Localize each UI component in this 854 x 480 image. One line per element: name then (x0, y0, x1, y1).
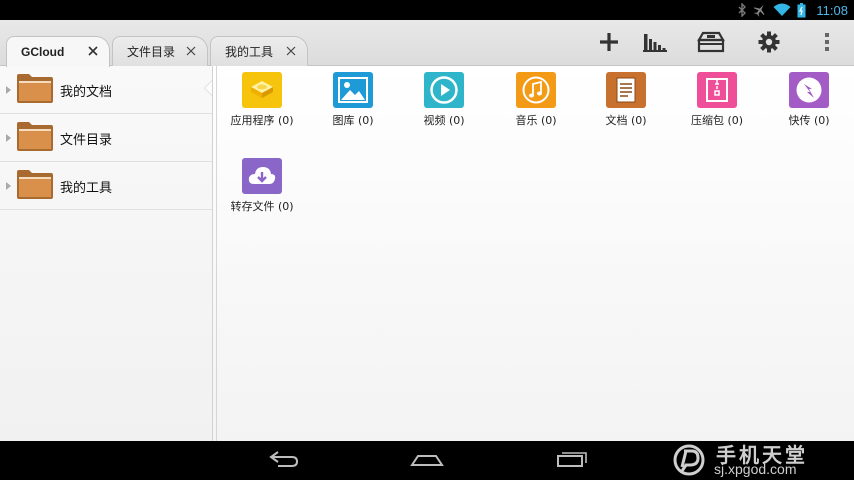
add-icon (599, 32, 619, 56)
gallery-icon (333, 72, 373, 108)
main-content: 我的文档 文件目录 我的工具 应用程序 (0) 图库 (0) 视频 (0) 音乐… (0, 66, 854, 441)
toolbox-icon (697, 31, 725, 57)
music-icon (516, 72, 556, 108)
overflow-menu-icon (824, 32, 830, 56)
video-icon (424, 72, 464, 108)
watermark-url: sj.xpgod.com (714, 461, 797, 477)
close-icon[interactable] (185, 45, 197, 57)
back-icon (268, 451, 300, 471)
status-bar: 11:08 (0, 0, 854, 20)
close-icon[interactable] (285, 45, 297, 57)
sidebar-item-my-tools[interactable]: 我的工具 (0, 162, 212, 210)
recent-apps-icon (556, 451, 588, 471)
stats-button[interactable] (640, 30, 670, 58)
sidebar-item-my-documents[interactable]: 我的文档 (0, 66, 212, 114)
status-clock: 11:08 (816, 2, 848, 18)
tab-file-directory[interactable]: 文件目录 (112, 36, 208, 66)
tab-my-tools[interactable]: 我的工具 (210, 36, 308, 66)
expand-arrow-icon[interactable] (6, 86, 11, 94)
category-label: 快传 (0) (788, 114, 830, 127)
watermark: 手机天堂 sj.xpgod.com (672, 441, 850, 480)
tab-label: GCloud (21, 45, 65, 59)
battery-icon (797, 2, 806, 18)
category-gallery[interactable]: 图库 (0) (307, 66, 399, 132)
sidebar-item-label: 我的工具 (60, 181, 113, 196)
folder-icon (16, 120, 54, 152)
category-music[interactable]: 音乐 (0) (490, 66, 582, 132)
close-icon[interactable] (87, 45, 99, 57)
add-button[interactable] (594, 30, 624, 58)
category-label: 图库 (0) (332, 114, 374, 127)
category-archives[interactable]: 压缩包 (0) (671, 66, 763, 132)
archive-icon (697, 72, 737, 108)
overflow-menu-button[interactable] (812, 30, 842, 58)
category-label: 转存文件 (0) (230, 200, 294, 213)
cloud-download-icon (242, 158, 282, 194)
quick-transfer-icon (789, 72, 829, 108)
category-label: 压缩包 (0) (690, 114, 744, 127)
expand-arrow-icon[interactable] (6, 182, 11, 190)
airplane-icon (753, 3, 767, 17)
sidebar-item-file-directory[interactable]: 文件目录 (0, 114, 212, 162)
watermark-logo-icon (672, 443, 706, 477)
category-label: 视频 (0) (423, 114, 465, 127)
expand-arrow-icon[interactable] (6, 134, 11, 142)
settings-icon (758, 31, 780, 57)
system-nav-bar: 手机天堂 sj.xpgod.com (0, 441, 854, 480)
category-quick-transfer[interactable]: 快传 (0) (763, 66, 854, 132)
category-apps[interactable]: 应用程序 (0) (216, 66, 308, 132)
sidebar-item-label: 文件目录 (60, 133, 113, 148)
bluetooth-icon (737, 3, 747, 17)
category-label: 应用程序 (0) (230, 114, 294, 127)
sidebar-item-label: 我的文档 (60, 85, 113, 100)
wifi-icon (773, 3, 791, 17)
tab-label: 文件目录 (127, 45, 176, 59)
category-video[interactable]: 视频 (0) (398, 66, 490, 132)
folder-icon (16, 72, 54, 104)
back-button[interactable] (264, 449, 304, 473)
selection-indicator (204, 80, 212, 96)
sidebar: 我的文档 文件目录 我的工具 (0, 66, 213, 441)
document-icon (606, 72, 646, 108)
folder-icon (16, 168, 54, 200)
category-label: 文档 (0) (605, 114, 647, 127)
toolbox-button[interactable] (696, 30, 726, 58)
category-label: 音乐 (0) (515, 114, 557, 127)
settings-button[interactable] (754, 30, 784, 58)
home-button[interactable] (407, 449, 447, 473)
status-icons: 11:08 (737, 2, 848, 18)
tab-gcloud[interactable]: GCloud (6, 36, 110, 67)
recent-apps-button[interactable] (552, 449, 592, 473)
stats-icon (642, 31, 668, 57)
app-icon (242, 72, 282, 108)
tab-bar: GCloud 文件目录 我的工具 (0, 20, 854, 67)
category-documents[interactable]: 文档 (0) (580, 66, 672, 132)
category-saved-files[interactable]: 转存文件 (0) (216, 152, 308, 218)
tab-label: 我的工具 (225, 45, 274, 59)
home-icon (410, 452, 444, 471)
